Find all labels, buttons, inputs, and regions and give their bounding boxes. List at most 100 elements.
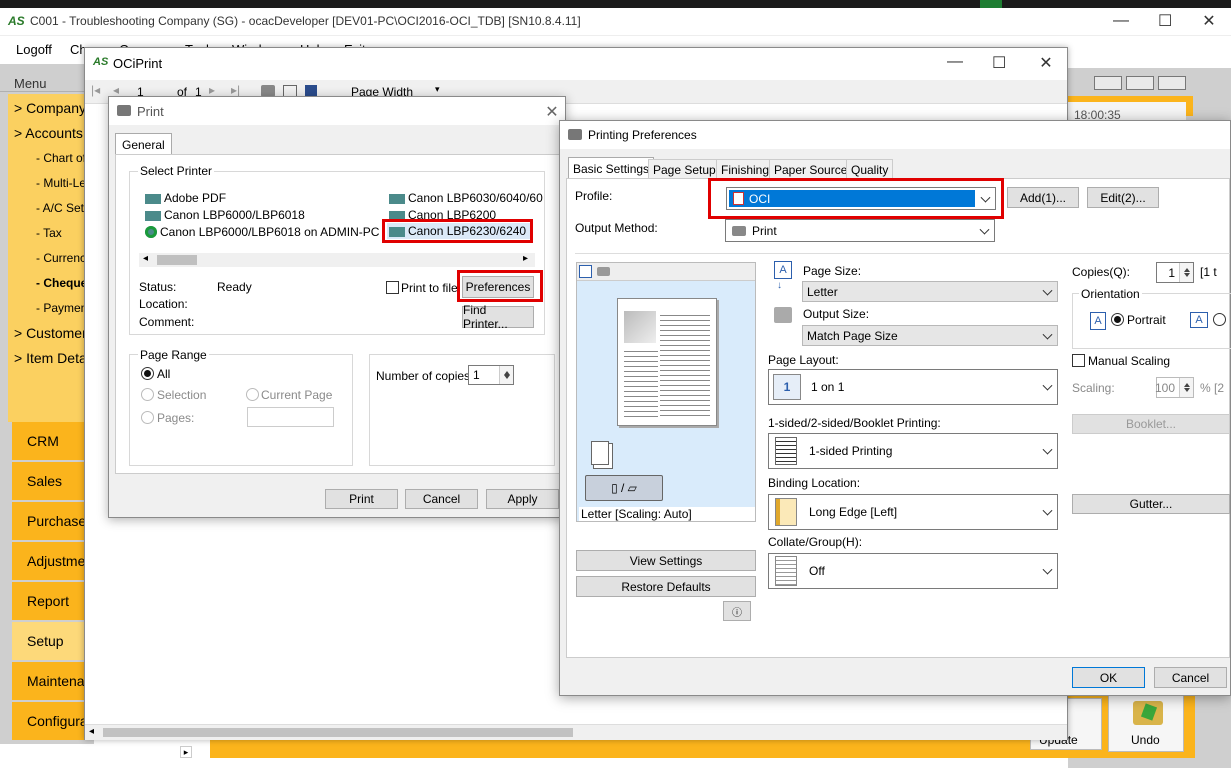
printer-list-hscroll[interactable]: ◂ ▸: [139, 253, 535, 267]
gutter-button[interactable]: Gutter...: [1072, 494, 1230, 514]
scroll-left-icon[interactable]: ◂: [89, 726, 94, 737]
page-view-icon[interactable]: [579, 265, 592, 278]
copies-spinner[interactable]: 1: [468, 365, 514, 385]
sub-chart-of-accounts[interactable]: - Chart of: [36, 151, 86, 165]
ociprint-close-icon[interactable]: ✕: [1039, 53, 1053, 73]
collate-chevron-icon[interactable]: [1042, 564, 1053, 575]
print-to-file-checkbox[interactable]: [386, 281, 399, 294]
radio-portrait[interactable]: [1111, 313, 1124, 326]
find-printer-button[interactable]: Find Printer...: [462, 303, 534, 331]
tab-general[interactable]: General: [115, 133, 172, 155]
accordion-accounts[interactable]: > Accounts: [14, 125, 83, 141]
accordion-item-details[interactable]: > Item Deta: [14, 350, 87, 366]
radio-all[interactable]: [141, 367, 154, 380]
radio-pages-label[interactable]: Pages:: [157, 411, 194, 425]
apply-button[interactable]: Apply: [486, 489, 559, 509]
radio-portrait-label[interactable]: Portrait: [1127, 313, 1166, 327]
sided-select[interactable]: 1-sided Printing: [768, 433, 1058, 469]
binding-chevron-icon[interactable]: [1042, 505, 1053, 516]
radio-selection[interactable]: [141, 388, 154, 401]
maximize-icon[interactable]: ☐: [1158, 11, 1172, 31]
menu-logoff[interactable]: Logoff: [16, 42, 52, 57]
first-page-icon[interactable]: |◂: [91, 83, 100, 97]
printer-canon-6030[interactable]: Canon LBP6030/6040/60: [389, 191, 543, 205]
page-size-select[interactable]: Letter: [802, 281, 1058, 302]
printer-canon-6000[interactable]: Canon LBP6000/LBP6018: [145, 208, 305, 222]
manual-scaling-checkbox[interactable]: [1072, 354, 1085, 367]
radio-landscape[interactable]: [1213, 313, 1226, 326]
duplex-toggle-button[interactable]: ▯ / ▱: [585, 475, 663, 501]
zoom-chevron-icon[interactable]: ▾: [435, 84, 440, 95]
add-profile-button[interactable]: Add(1)...: [1007, 187, 1079, 208]
output-method-select[interactable]: Print: [725, 219, 995, 242]
output-method-chevron-icon[interactable]: [979, 224, 990, 235]
page-layout-chevron-icon[interactable]: [1042, 380, 1053, 391]
printer-scroll-right-icon[interactable]: ▸: [523, 253, 528, 264]
scaling-spinner[interactable]: 100: [1155, 377, 1194, 398]
tab-quality[interactable]: Quality: [846, 159, 894, 179]
sub-cheque[interactable]: - Cheque: [36, 276, 87, 290]
ociprint-hscrollbar[interactable]: ◂: [85, 724, 1067, 740]
prefs-cancel-button[interactable]: Cancel: [1154, 667, 1227, 688]
inner-minimize-button[interactable]: [1094, 76, 1122, 90]
inner-restore-button[interactable]: [1126, 76, 1154, 90]
booklet-button[interactable]: Booklet...: [1072, 414, 1230, 434]
scroll-thumb[interactable]: [103, 728, 573, 737]
radio-current-page-label[interactable]: Current Page: [261, 388, 332, 402]
main-hscroll-arrow[interactable]: ▸: [180, 746, 192, 758]
radio-pages[interactable]: [141, 411, 154, 424]
radio-current-page[interactable]: [246, 388, 259, 401]
sided-chevron-icon[interactable]: [1042, 444, 1053, 455]
close-icon[interactable]: ✕: [1202, 11, 1216, 31]
restore-defaults-button[interactable]: Restore Defaults: [576, 576, 756, 597]
copies-prefs-spin-icon[interactable]: [1179, 263, 1193, 282]
sub-tax[interactable]: - Tax: [36, 226, 62, 240]
prev-page-icon[interactable]: ◂: [113, 83, 119, 97]
ociprint-maximize-icon[interactable]: ☐: [992, 53, 1006, 73]
module-purchase[interactable]: Purchase: [12, 502, 87, 540]
output-size-select[interactable]: Match Page Size: [802, 325, 1058, 346]
minimize-icon[interactable]: —: [1113, 12, 1129, 30]
printer-view-icon[interactable]: [597, 267, 610, 276]
pages-input[interactable]: [247, 407, 334, 427]
module-adjustment[interactable]: Adjustme: [12, 542, 87, 580]
tab-page-setup[interactable]: Page Setup: [648, 159, 721, 179]
sub-payment[interactable]: - Payment: [36, 301, 91, 315]
accordion-company[interactable]: > Company: [14, 100, 86, 116]
scaling-spin-icon[interactable]: [1179, 378, 1193, 397]
printer-scroll-thumb[interactable]: [157, 255, 197, 265]
tab-paper-source[interactable]: Paper Source: [769, 159, 853, 179]
printer-canon-6000-admin[interactable]: Canon LBP6000/LBP6018 on ADMIN-PC: [145, 225, 379, 239]
inner-close-button[interactable]: [1158, 76, 1186, 90]
ok-button[interactable]: OK: [1072, 667, 1145, 688]
module-configuration[interactable]: Configura: [12, 702, 88, 740]
module-crm[interactable]: CRM: [12, 422, 87, 460]
view-settings-button[interactable]: View Settings: [576, 550, 756, 571]
binding-select[interactable]: Long Edge [Left]: [768, 494, 1058, 530]
tab-finishing[interactable]: Finishing: [716, 159, 775, 179]
sub-ac-settings[interactable]: - A/C Sett: [36, 201, 87, 215]
module-setup[interactable]: Setup: [12, 622, 87, 660]
printer-scroll-left-icon[interactable]: ◂: [143, 253, 148, 264]
next-page-icon[interactable]: ▸: [209, 83, 215, 97]
collate-select[interactable]: Off: [768, 553, 1058, 589]
page-layout-select[interactable]: 1 1 on 1: [768, 369, 1058, 405]
module-report[interactable]: Report: [12, 582, 87, 620]
manual-scaling-label[interactable]: Manual Scaling: [1088, 354, 1170, 368]
print-button[interactable]: Print: [325, 489, 398, 509]
tab-basic-settings[interactable]: Basic Settings: [568, 157, 655, 179]
printer-adobe-pdf[interactable]: Adobe PDF: [145, 191, 226, 205]
module-sales[interactable]: Sales: [12, 462, 87, 500]
undo-button[interactable]: Undo: [1108, 694, 1184, 752]
accordion-customer[interactable]: > Customer: [14, 325, 87, 341]
ociprint-minimize-icon[interactable]: —: [947, 53, 963, 71]
last-page-icon[interactable]: ▸|: [231, 83, 240, 97]
copies-spin-icon[interactable]: [499, 366, 513, 384]
radio-selection-label[interactable]: Selection: [157, 388, 206, 402]
copies-spinner-prefs[interactable]: 1: [1156, 262, 1194, 283]
module-maintenance[interactable]: Maintenan: [12, 662, 92, 700]
radio-all-label[interactable]: All: [157, 367, 170, 381]
cancel-button[interactable]: Cancel: [405, 489, 478, 509]
output-size-chevron-icon[interactable]: [1042, 329, 1053, 340]
print-dialog-close-icon[interactable]: ✕: [545, 102, 559, 122]
